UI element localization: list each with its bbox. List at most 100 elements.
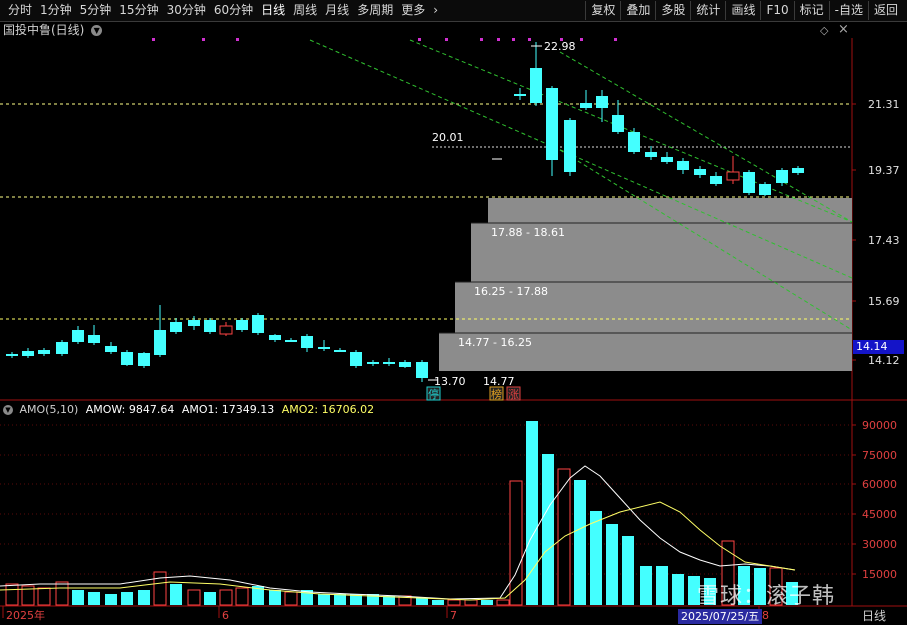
candle-body-16 — [269, 335, 281, 340]
badge-1: 榜 — [491, 387, 502, 401]
candle-body-11 — [188, 320, 200, 326]
zone-label-1: 17.88 - 18.61 — [491, 226, 565, 239]
volume-bar-5 — [88, 592, 100, 605]
volume-bar-8 — [138, 590, 150, 605]
indicator-axis-label-1: 75000 — [862, 449, 897, 462]
candle-body-29 — [564, 120, 576, 172]
candle-body-24 — [399, 362, 411, 367]
candle-body-28 — [546, 88, 558, 160]
volume-bar-41 — [672, 574, 684, 605]
amow-value: AMOW: 9847.64 — [85, 403, 175, 416]
signal-dot-7 — [512, 38, 515, 41]
volume-bar-39 — [640, 566, 652, 605]
mid-label: 20.01 — [432, 131, 464, 144]
price-axis-label-1: 19.37 — [868, 164, 900, 177]
candle-body-40 — [743, 172, 755, 193]
volume-bar-28 — [464, 599, 478, 606]
candle-body-8 — [138, 353, 150, 366]
volume-bar-0 — [5, 583, 19, 606]
candle-body-42 — [776, 170, 788, 183]
volume-bar-19 — [318, 594, 330, 605]
candle-body-38 — [710, 176, 722, 184]
zone-label-3: 14.77 - 16.25 — [458, 336, 532, 349]
volume-bar-33 — [542, 454, 554, 605]
candle-body-33 — [628, 132, 640, 152]
candle-body-36 — [677, 161, 689, 170]
candle-body-17 — [285, 340, 297, 342]
volume-bar-29 — [481, 600, 493, 605]
candle-body-31 — [596, 96, 608, 108]
zone-top — [488, 198, 852, 223]
signal-dot-1 — [202, 38, 205, 41]
candle-body-5 — [88, 335, 100, 343]
badge-0: 停 — [428, 387, 439, 401]
amo2-value: AMO2: 16706.02 — [281, 403, 375, 416]
x-axis-label-0: 2025年 — [6, 608, 45, 622]
indicator-axis-label-4: 30000 — [862, 538, 897, 551]
indicator-label: ▼ AMO(5,10) AMOW: 9847.64 AMO1: 17349.13… — [3, 402, 374, 417]
candle-body-20 — [334, 350, 346, 352]
volume-bar-6 — [105, 594, 117, 605]
price-axis-label-0: 21.31 — [868, 98, 900, 111]
volume-bar-17 — [284, 591, 298, 606]
candle-body-37 — [694, 169, 706, 175]
indicator-name: AMO(5,10) — [19, 403, 79, 416]
candle-body-22 — [367, 362, 379, 364]
volume-bar-37 — [606, 524, 618, 605]
volume-bar-16 — [269, 590, 281, 605]
candle-body-32 — [612, 115, 624, 132]
volume-bar-36 — [590, 511, 602, 605]
cursor-date: 2025/07/25/五 — [678, 609, 763, 624]
badge-2: 涨 — [508, 388, 519, 401]
period-indicator[interactable]: 日线 — [862, 609, 886, 624]
low-label: 13.70 — [434, 375, 466, 388]
price-axis-label-2: 17.43 — [868, 234, 900, 247]
volume-bar-26 — [432, 600, 444, 605]
zone-label-2: 16.25 - 17.88 — [474, 285, 548, 298]
candle-body-0 — [6, 354, 18, 356]
candle-body-21 — [350, 352, 362, 366]
signal-dot-8 — [528, 38, 531, 41]
x-axis-label-1: 6 — [222, 609, 229, 622]
candle-body-23 — [383, 362, 395, 364]
volume-bar-35 — [574, 480, 586, 605]
indicator-axis-label-2: 60000 — [862, 478, 897, 491]
signal-dot-6 — [497, 38, 500, 41]
volume-bar-30 — [496, 599, 510, 606]
signal-dot-4 — [445, 38, 448, 41]
candle-body-39 — [726, 171, 740, 181]
candle-body-41 — [759, 184, 771, 195]
price-axis-label-4: 14.12 — [868, 354, 900, 367]
volume-bar-13 — [219, 589, 233, 606]
signal-dot-0 — [152, 38, 155, 41]
candle-body-14 — [236, 320, 248, 330]
candle-body-19 — [318, 347, 330, 349]
volume-bar-20 — [334, 594, 346, 605]
candle-body-2 — [38, 350, 50, 354]
indicator-axis-label-0: 90000 — [862, 419, 897, 432]
signal-dot-2 — [236, 38, 239, 41]
indicator-dropdown-icon[interactable]: ▼ — [3, 405, 13, 415]
current-price-tag: 14.14 — [853, 340, 904, 354]
volume-bar-31 — [509, 480, 523, 606]
volume-bar-10 — [170, 584, 182, 605]
volume-bar-7 — [121, 592, 133, 605]
candle-body-35 — [661, 157, 673, 162]
volume-bar-12 — [204, 592, 216, 605]
candle-body-27 — [530, 68, 542, 103]
kline-chart[interactable]: 17.88 - 18.61 16.25 - 17.88 14.77 - 16.2… — [0, 0, 907, 625]
indicator-axis-label-5: 15000 — [862, 568, 897, 581]
candle-body-9 — [154, 330, 166, 355]
candle-body-13 — [219, 325, 233, 335]
volume-bar-11 — [187, 589, 201, 606]
volume-bar-3 — [55, 581, 69, 606]
volume-bar-14 — [235, 587, 249, 606]
high-label: 22.98 — [544, 40, 576, 53]
volume-bar-4 — [72, 590, 84, 605]
amo1-value: AMO1: 17349.13 — [181, 403, 275, 416]
signal-dot-5 — [480, 38, 483, 41]
x-axis-label-2: 7 — [450, 609, 457, 622]
candle-body-10 — [170, 322, 182, 332]
volume-bar-9 — [153, 571, 167, 606]
candle-body-30 — [580, 103, 592, 108]
